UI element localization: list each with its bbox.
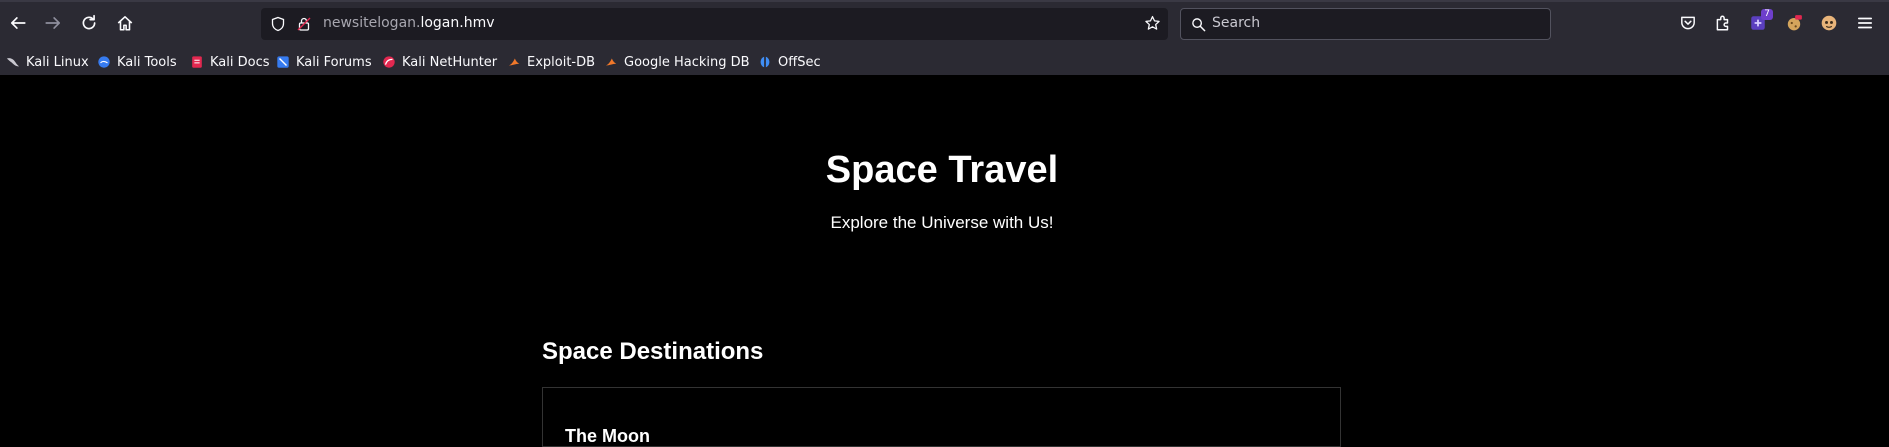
kali-forums-icon	[277, 56, 289, 68]
bookmark-label: Kali Linux	[26, 54, 89, 70]
search-icon	[1192, 18, 1206, 32]
back-button[interactable]	[6, 11, 30, 35]
bookmark-star-icon[interactable]	[1144, 15, 1161, 32]
bookmark-label: Exploit-DB	[527, 54, 596, 70]
ghdb-icon	[605, 58, 617, 66]
bookmark-label: Google Hacking DB	[624, 54, 750, 70]
destination-card: The Moon	[542, 387, 1341, 447]
avatar-icon	[1821, 15, 1837, 31]
arrow-right-icon	[45, 17, 61, 29]
cookie-extension-icon	[1787, 15, 1802, 31]
page-title: Space Travel	[825, 149, 1059, 191]
extension-badge: 7	[1761, 9, 1773, 20]
destination-card-title: The Moon	[565, 426, 650, 446]
search-bar[interactable]: Search	[1180, 8, 1551, 40]
arrow-left-icon	[10, 17, 26, 29]
pocket-icon	[1681, 16, 1695, 30]
reload-icon	[82, 14, 96, 30]
hamburger-menu-icon	[1857, 17, 1873, 29]
bookmark-google-hacking-db[interactable]: Google Hacking DB	[604, 52, 750, 72]
bookmark-label: Kali NetHunter	[402, 54, 498, 70]
search-placeholder: Search	[1212, 15, 1261, 31]
bookmark-kali-docs[interactable]: Kali Docs	[190, 52, 270, 72]
exploit-db-icon	[508, 58, 520, 66]
address-bar[interactable]: newsitelogan.logan.hmv	[261, 8, 1168, 40]
url-text[interactable]: newsitelogan.logan.hmv	[323, 15, 495, 31]
bookmark-label: OffSec	[778, 54, 821, 70]
bookmark-offsec[interactable]: OffSec	[758, 52, 821, 72]
kali-docs-icon	[192, 56, 202, 68]
browser-chrome: newsitelogan.logan.hmv Search 7 Kali Lin…	[0, 0, 1889, 75]
section-title: Space Destinations	[542, 338, 764, 365]
bookmark-label: Kali Docs	[210, 54, 270, 70]
reload-button[interactable]	[77, 11, 101, 35]
extension-button-with-badge[interactable]: 7	[1746, 9, 1773, 35]
profile-button[interactable]	[1817, 11, 1841, 35]
bookmarks-toolbar: Kali Linux Kali Tools Kali Docs Kali For…	[0, 48, 1889, 75]
app-menu-button[interactable]	[1853, 11, 1877, 35]
kali-dragon-icon	[6, 58, 20, 67]
navigation-toolbar: newsitelogan.logan.hmv Search 7	[0, 2, 1889, 46]
page-subtitle: Explore the Universe with Us!	[830, 213, 1054, 232]
bookmark-exploit-db[interactable]: Exploit-DB	[507, 52, 595, 72]
bookmark-kali-forums[interactable]: Kali Forums	[276, 52, 372, 72]
url-subdomain: newsitelogan.	[323, 15, 421, 31]
insecure-lock-icon[interactable]	[296, 16, 312, 32]
bookmark-label: Kali Tools	[117, 54, 177, 70]
kali-tools-icon	[98, 56, 110, 68]
nethunter-icon	[383, 56, 395, 68]
bookmark-kali-linux[interactable]: Kali Linux	[6, 52, 89, 72]
bookmark-label: Kali Forums	[296, 54, 372, 70]
offsec-icon	[760, 56, 770, 68]
home-icon	[117, 16, 133, 31]
tracking-protection-shield-icon[interactable]	[270, 16, 286, 32]
bookmark-kali-nethunter[interactable]: Kali NetHunter	[382, 52, 497, 72]
puzzle-piece-icon	[1716, 15, 1729, 31]
extension-button-2[interactable]	[1782, 11, 1806, 35]
forward-button[interactable]	[41, 11, 65, 35]
bookmark-kali-tools[interactable]: Kali Tools	[97, 52, 177, 72]
web-page-content: Space Travel Explore the Universe with U…	[0, 75, 1889, 447]
url-domain: logan.hmv	[420, 15, 495, 31]
home-button[interactable]	[113, 11, 137, 35]
pocket-button[interactable]	[1676, 11, 1700, 35]
extensions-button[interactable]	[1711, 11, 1735, 35]
